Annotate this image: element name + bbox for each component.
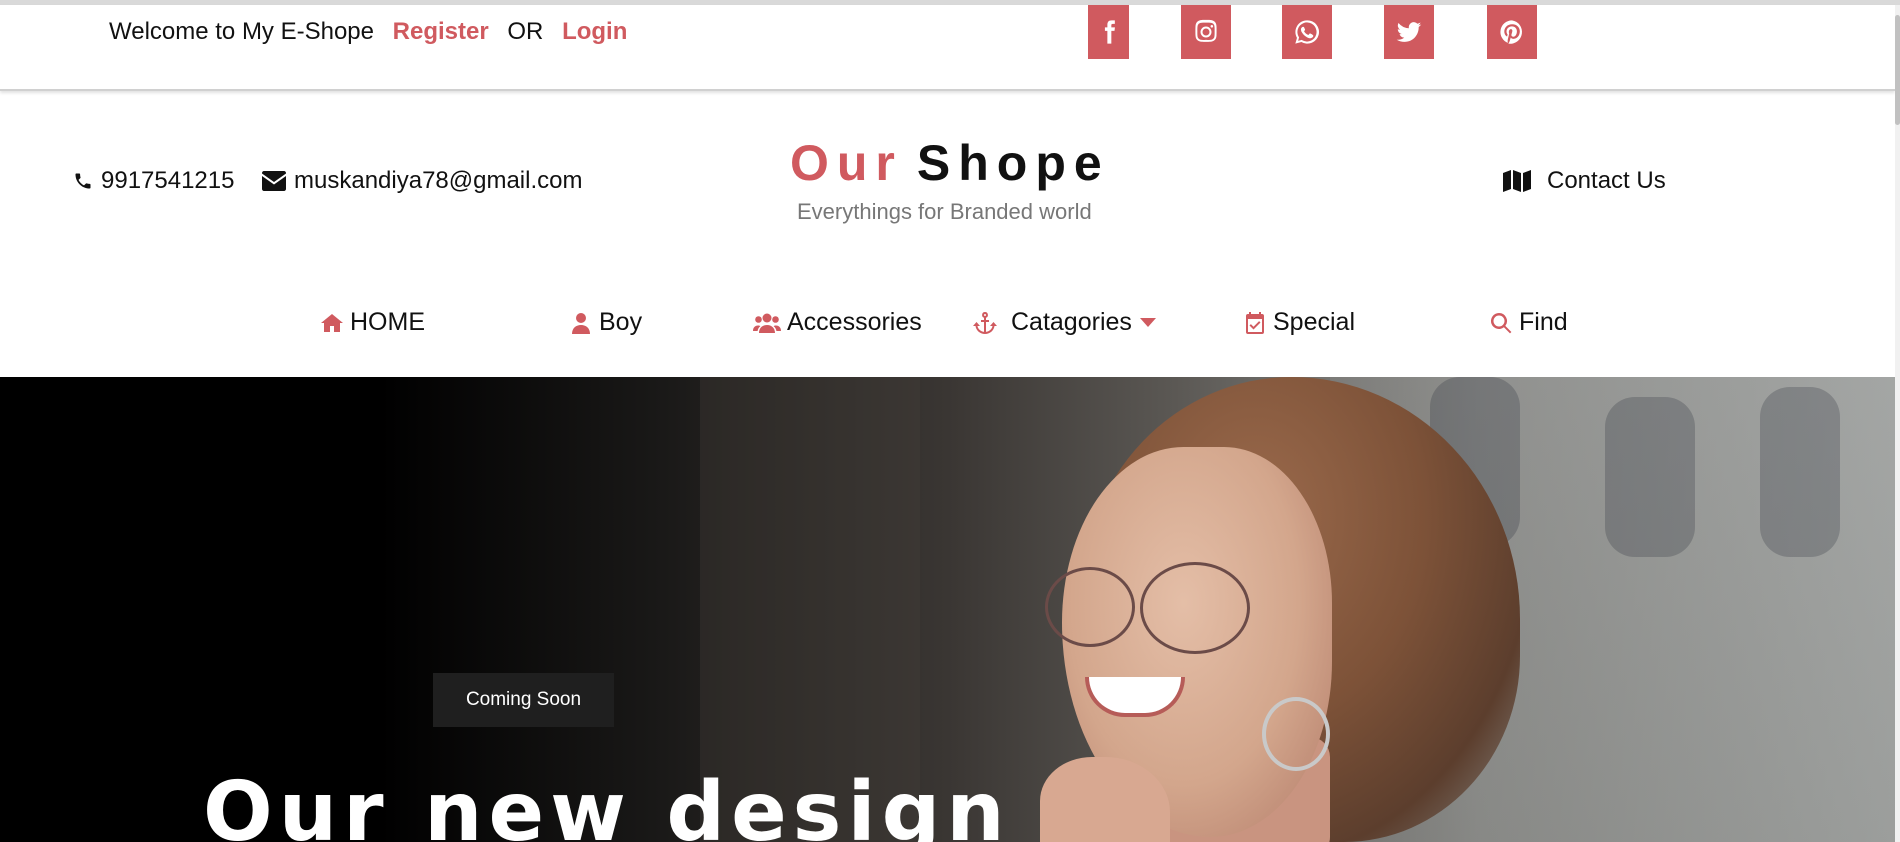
nav-item-accessories[interactable]: Accessories [753, 308, 922, 337]
top-bar: Welcome to My E-Shope Register OR Login [0, 5, 1895, 91]
welcome-line: Welcome to My E-Shope Register OR Login [109, 18, 639, 46]
nav-item-label: Boy [599, 308, 643, 336]
brand-tagline: Everythings for Branded world [797, 199, 1092, 224]
site-logo[interactable]: Our Shope [790, 134, 1110, 192]
brand-part-shope: Shope [916, 135, 1110, 191]
contact-us-label: Contact Us [1547, 167, 1666, 194]
phone-contact[interactable]: 9917541215 [73, 167, 234, 195]
nav-item-label: Catagories [1011, 308, 1132, 336]
anchor-icon [973, 311, 997, 334]
instagram-button[interactable] [1181, 5, 1231, 59]
nav-item-label: Accessories [787, 308, 922, 336]
hero-background-window [1760, 387, 1840, 557]
search-icon [1490, 312, 1512, 333]
users-icon [753, 313, 781, 333]
hero-headline: Our new design [203, 765, 1011, 842]
hero-model-earring [1262, 697, 1330, 771]
hero-model-glasses [1140, 562, 1250, 654]
facebook-icon [1104, 20, 1115, 44]
brand-part-our: Our [790, 135, 903, 191]
nav-item-home[interactable]: HOME [320, 308, 425, 337]
nav-item-find[interactable]: Find [1489, 308, 1568, 337]
instagram-icon [1195, 19, 1217, 42]
nav-item-label: Special [1273, 308, 1355, 336]
or-text: OR [507, 18, 544, 45]
welcome-text: Welcome to My E-Shope [109, 18, 374, 45]
user-icon [572, 312, 590, 334]
nav-item-boy[interactable]: Boy [569, 308, 642, 337]
hero-model-glasses [1045, 567, 1135, 647]
phone-icon [75, 173, 91, 189]
whatsapp-icon [1295, 20, 1320, 44]
scrollbar-thumb[interactable] [1895, 15, 1900, 125]
nav-item-special[interactable]: Special [1243, 308, 1355, 337]
facebook-button[interactable] [1088, 5, 1129, 59]
coming-soon-badge[interactable]: Coming Soon [433, 673, 614, 727]
email-contact[interactable]: muskandiya78@gmail.com [262, 167, 582, 195]
map-icon [1503, 170, 1531, 192]
email-address: muskandiya78@gmail.com [294, 167, 583, 194]
envelope-icon [262, 171, 286, 191]
nav-item-label: Find [1519, 308, 1568, 336]
whatsapp-button[interactable] [1282, 5, 1332, 59]
twitter-button[interactable] [1384, 5, 1434, 59]
home-icon [321, 313, 343, 332]
login-link[interactable]: Login [562, 18, 627, 45]
hero-background-window [1605, 397, 1695, 557]
pinterest-icon [1500, 20, 1522, 44]
nav-item-catagories[interactable]: Catagories [973, 308, 1156, 337]
scrollbar-track[interactable] [1895, 5, 1900, 842]
chevron-down-icon [1139, 318, 1156, 327]
contact-us-link[interactable]: Contact Us [1503, 167, 1666, 195]
phone-number: 9917541215 [101, 167, 235, 194]
calendar-check-icon [1246, 311, 1264, 334]
hero-banner: Coming Soon Our new design [0, 377, 1895, 842]
nav-item-label: HOME [350, 308, 425, 336]
twitter-icon [1396, 22, 1422, 42]
register-link[interactable]: Register [393, 18, 489, 45]
pinterest-button[interactable] [1487, 5, 1537, 59]
